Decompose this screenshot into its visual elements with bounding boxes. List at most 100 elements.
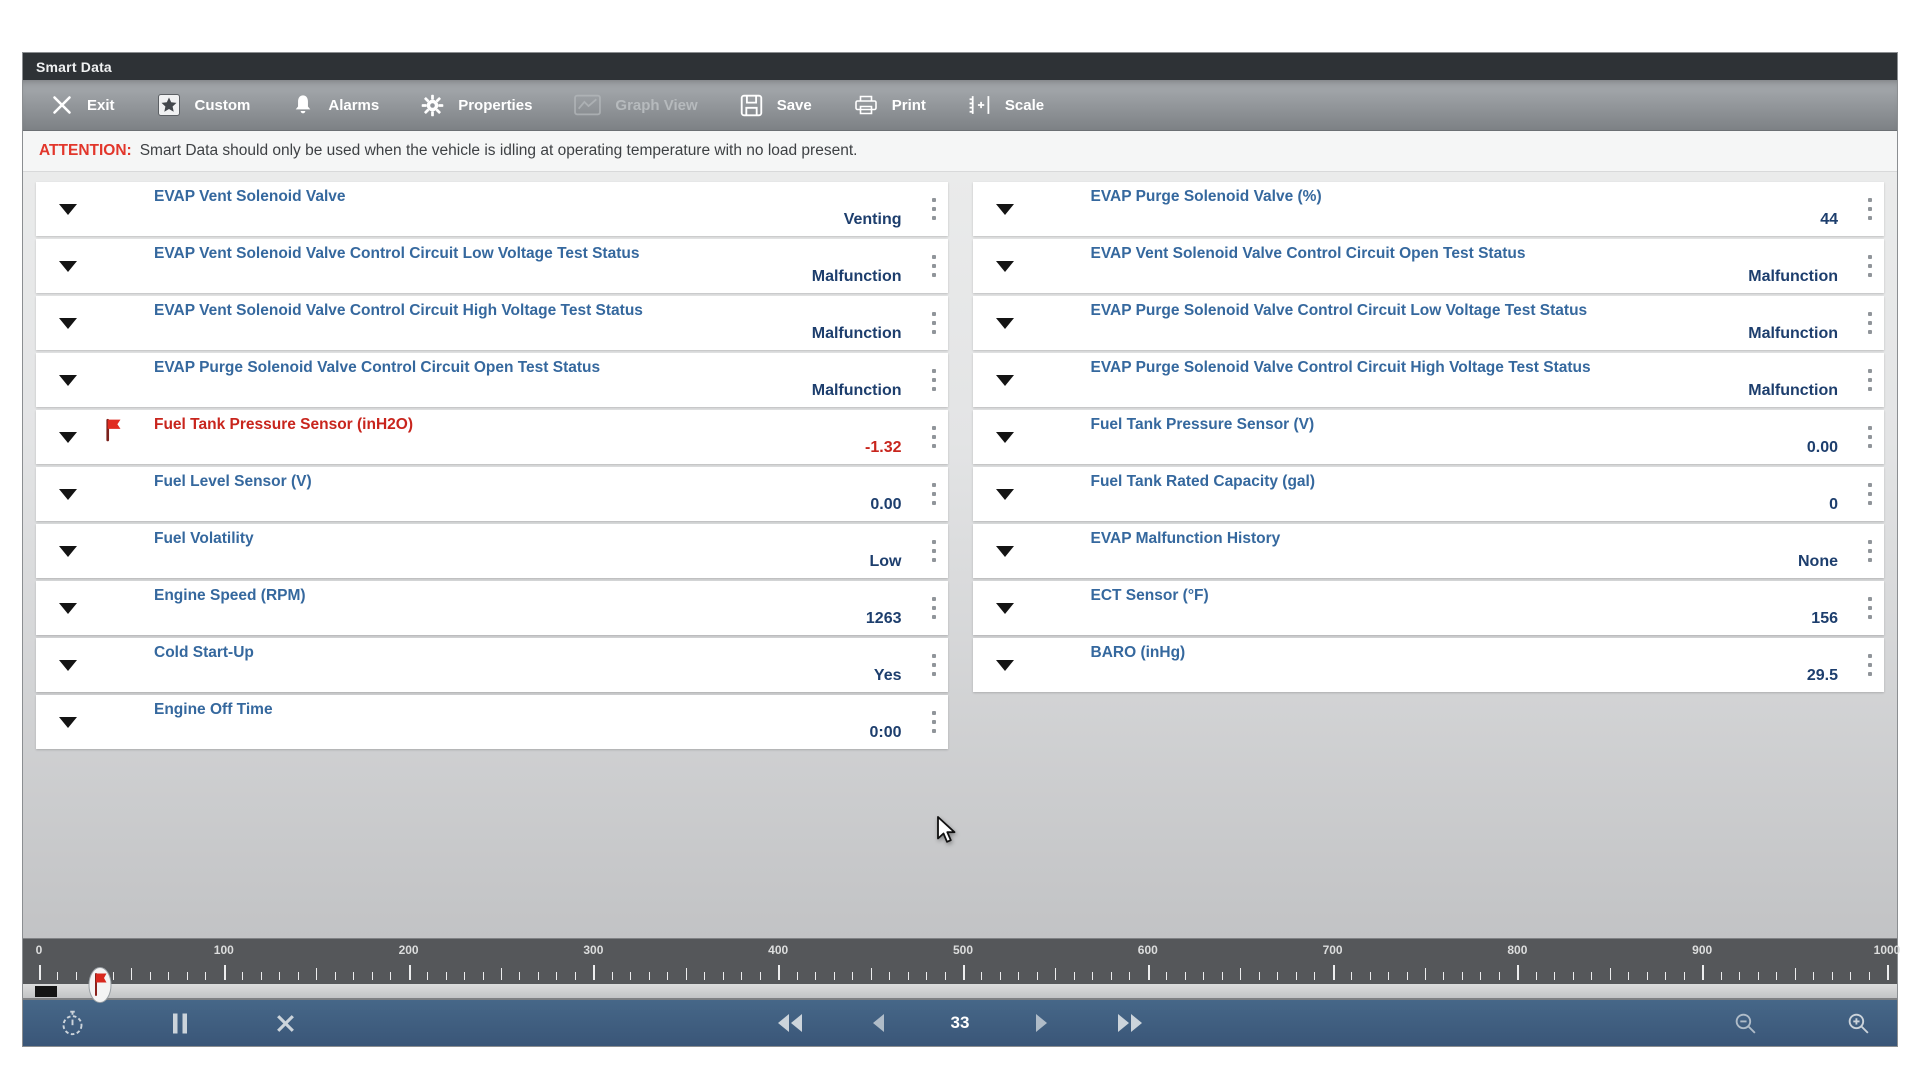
timeline-playhead-marker[interactable]: [88, 966, 112, 1004]
ruler-tick: [908, 972, 909, 980]
ruler-tick: [797, 972, 798, 980]
attention-prefix: ATTENTION:: [39, 142, 132, 160]
ruler-tick: [57, 972, 58, 980]
ruler-tick: [224, 965, 226, 980]
row-menu-button[interactable]: [1864, 422, 1876, 452]
row-menu-button[interactable]: [1864, 536, 1876, 566]
parameter-row: EVAP Vent Solenoid Valve Control Circuit…: [36, 239, 948, 293]
ruler-tick: [1684, 972, 1685, 980]
ruler-tick: [1129, 972, 1130, 980]
ruler-tick: [1055, 968, 1056, 980]
zoom-in-button[interactable]: [1846, 1011, 1871, 1036]
toolbar-button-scale[interactable]: Scale: [968, 94, 1044, 116]
row-menu-button[interactable]: [1864, 593, 1876, 623]
row-expander-button[interactable]: [973, 182, 1037, 236]
row-expander-button[interactable]: [36, 581, 100, 635]
parameter-name: EVAP Malfunction History: [1091, 530, 1281, 548]
fast-forward-button[interactable]: [1115, 1012, 1145, 1034]
toolbar-button-properties[interactable]: Properties: [421, 94, 532, 117]
ruler-tick: [834, 972, 835, 980]
scrollbar-thumb[interactable]: [35, 986, 57, 997]
row-menu-button[interactable]: [1864, 194, 1876, 224]
row-menu-button[interactable]: [1864, 308, 1876, 338]
ruler-tick: [187, 972, 188, 980]
row-expander-button[interactable]: [973, 296, 1037, 350]
row-expander-button[interactable]: [36, 296, 100, 350]
ruler-tick: [1166, 972, 1167, 980]
row-expander-button[interactable]: [36, 353, 100, 407]
timer-button[interactable]: [59, 1010, 86, 1037]
ruler-tick: [427, 972, 428, 980]
row-expander-button[interactable]: [36, 239, 100, 293]
row-menu-button[interactable]: [928, 593, 940, 623]
ruler-tick-label: 600: [1138, 943, 1158, 957]
step-back-button[interactable]: [869, 1012, 887, 1034]
toolbar-button-alarms[interactable]: Alarms: [292, 94, 379, 116]
pause-button[interactable]: [170, 1011, 190, 1036]
row-menu-button[interactable]: [928, 251, 940, 281]
row-menu-button[interactable]: [928, 365, 940, 395]
ruler-tick: [242, 972, 243, 980]
ruler-tick: [630, 972, 631, 980]
toolbar-button-exit[interactable]: Exit: [51, 94, 115, 116]
row-menu-button[interactable]: [928, 650, 940, 680]
ruler-tick: [1721, 972, 1722, 980]
parameter-row: Fuel Tank Pressure Sensor (inH2O)-1.32: [36, 410, 948, 464]
chevron-down-icon: [996, 660, 1014, 671]
timeline-scrollbar[interactable]: [23, 984, 1897, 1000]
row-expander-button[interactable]: [36, 524, 100, 578]
stopwatch-icon: [59, 1010, 86, 1037]
toolbar-button-custom[interactable]: Custom: [157, 93, 251, 117]
row-menu-button[interactable]: [928, 194, 940, 224]
row-menu-button[interactable]: [1864, 650, 1876, 680]
ruler-tick: [1259, 972, 1260, 980]
row-expander-button[interactable]: [36, 182, 100, 236]
row-menu-button[interactable]: [928, 536, 940, 566]
parameter-name: Fuel Tank Pressure Sensor (inH2O): [154, 416, 413, 434]
row-menu-button[interactable]: [1864, 479, 1876, 509]
row-menu-button[interactable]: [1864, 251, 1876, 281]
parameter-row: EVAP Purge Solenoid Valve Control Circui…: [36, 353, 948, 407]
timeline-ruler[interactable]: 01002003004005006007008009001000: [23, 938, 1897, 984]
ruler-tick: [1388, 972, 1389, 980]
ruler-tick: [612, 972, 613, 980]
row-menu-button[interactable]: [928, 422, 940, 452]
row-expander-button[interactable]: [973, 239, 1037, 293]
attention-bar: ATTENTION: Smart Data should only be use…: [23, 131, 1897, 172]
row-menu-button[interactable]: [928, 479, 940, 509]
ruler-tick: [1665, 972, 1666, 980]
stop-recording-button[interactable]: [274, 1012, 297, 1035]
row-menu-button[interactable]: [928, 308, 940, 338]
toolbar-button-label: Properties: [458, 97, 532, 114]
ruler-tick: [390, 972, 391, 980]
step-forward-button[interactable]: [1033, 1012, 1051, 1034]
ruler-tick: [1074, 972, 1075, 980]
save-icon: [740, 94, 763, 117]
row-expander-button[interactable]: [36, 638, 100, 692]
ruler-tick: [1185, 972, 1186, 980]
parameter-name: EVAP Vent Solenoid Valve Control Circuit…: [1091, 245, 1526, 263]
row-expander-button[interactable]: [973, 581, 1037, 635]
row-expander-button[interactable]: [973, 638, 1037, 692]
ruler-tick: [1240, 968, 1241, 980]
row-expander-button[interactable]: [973, 467, 1037, 521]
toolbar-button-save[interactable]: Save: [740, 94, 812, 117]
timeline: 01002003004005006007008009001000: [23, 938, 1897, 1000]
row-expander-button[interactable]: [36, 410, 100, 464]
chevron-down-icon: [59, 603, 77, 614]
ruler-tick: [1573, 972, 1574, 980]
row-expander-button[interactable]: [973, 410, 1037, 464]
row-expander-button[interactable]: [973, 524, 1037, 578]
toolbar-button-print[interactable]: Print: [854, 94, 926, 116]
zoom-out-button[interactable]: [1733, 1011, 1758, 1036]
row-expander-button[interactable]: [36, 467, 100, 521]
row-expander-button[interactable]: [973, 353, 1037, 407]
row-expander-button[interactable]: [36, 695, 100, 749]
row-menu-button[interactable]: [928, 707, 940, 737]
flag-slot: [1039, 417, 1083, 443]
ruler-tick-label: 900: [1692, 943, 1712, 957]
rewind-button[interactable]: [775, 1012, 805, 1034]
frame-position: 33: [951, 1013, 970, 1033]
row-menu-button[interactable]: [1864, 365, 1876, 395]
ruler-tick: [889, 972, 890, 980]
